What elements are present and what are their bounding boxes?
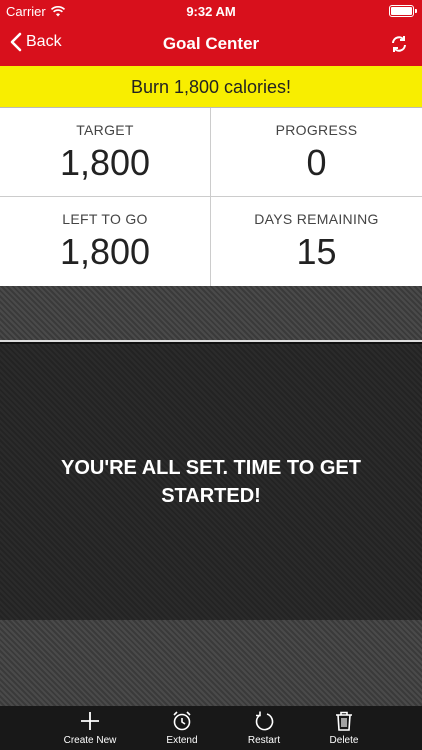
mesh-divider-bottom <box>0 620 422 706</box>
stat-value: 1,800 <box>59 142 151 183</box>
message-panel: YOU'RE ALL SET. TIME TO GET STARTED! <box>0 344 422 620</box>
restart-button[interactable]: Restart <box>224 710 304 746</box>
tab-label: Create New <box>63 735 117 746</box>
extend-button[interactable]: Extend <box>142 710 222 746</box>
stat-target: TARGET 1,800 <box>0 108 211 197</box>
stat-value: 1,800 <box>59 231 151 272</box>
create-new-button[interactable]: Create New <box>50 710 130 746</box>
mesh-divider-top <box>0 286 422 342</box>
delete-button[interactable]: Delete <box>304 710 384 746</box>
goal-banner: Burn 1,800 calories! <box>0 66 422 108</box>
stat-left-to-go: LEFT TO GO 1,800 <box>0 197 211 286</box>
stat-label: TARGET <box>76 122 134 138</box>
page-title: Goal Center <box>162 34 260 53</box>
navigation-bar: Back Goal Center <box>0 22 422 66</box>
battery-icon <box>389 5 417 17</box>
stats-grid: TARGET 1,800 PROGRESS 0 LEFT TO GO 1,800… <box>0 108 422 286</box>
bottom-toolbar: Create New Extend Restart Delete <box>0 706 422 750</box>
refresh-icon[interactable] <box>390 35 408 53</box>
status-message: YOU'RE ALL SET. TIME TO GET STARTED! <box>61 457 361 507</box>
tab-label: Extend <box>166 735 198 746</box>
stat-value: 0 <box>306 142 327 183</box>
status-time: 9:32 AM <box>186 4 236 19</box>
tab-label: Restart <box>247 735 281 746</box>
restart-icon <box>255 711 274 731</box>
plus-icon <box>81 712 99 730</box>
alarm-clock-icon <box>173 711 191 731</box>
stat-label: DAYS REMAINING <box>254 211 379 227</box>
stat-days-remaining: DAYS REMAINING 15 <box>211 197 422 286</box>
stat-label: PROGRESS <box>275 122 358 138</box>
trash-icon <box>336 711 352 731</box>
stat-label: LEFT TO GO <box>62 211 148 227</box>
stat-progress: PROGRESS 0 <box>211 108 422 197</box>
stat-value: 15 <box>296 231 337 272</box>
tab-label: Delete <box>329 735 359 746</box>
status-bar: Carrier 9:32 AM <box>0 0 422 22</box>
